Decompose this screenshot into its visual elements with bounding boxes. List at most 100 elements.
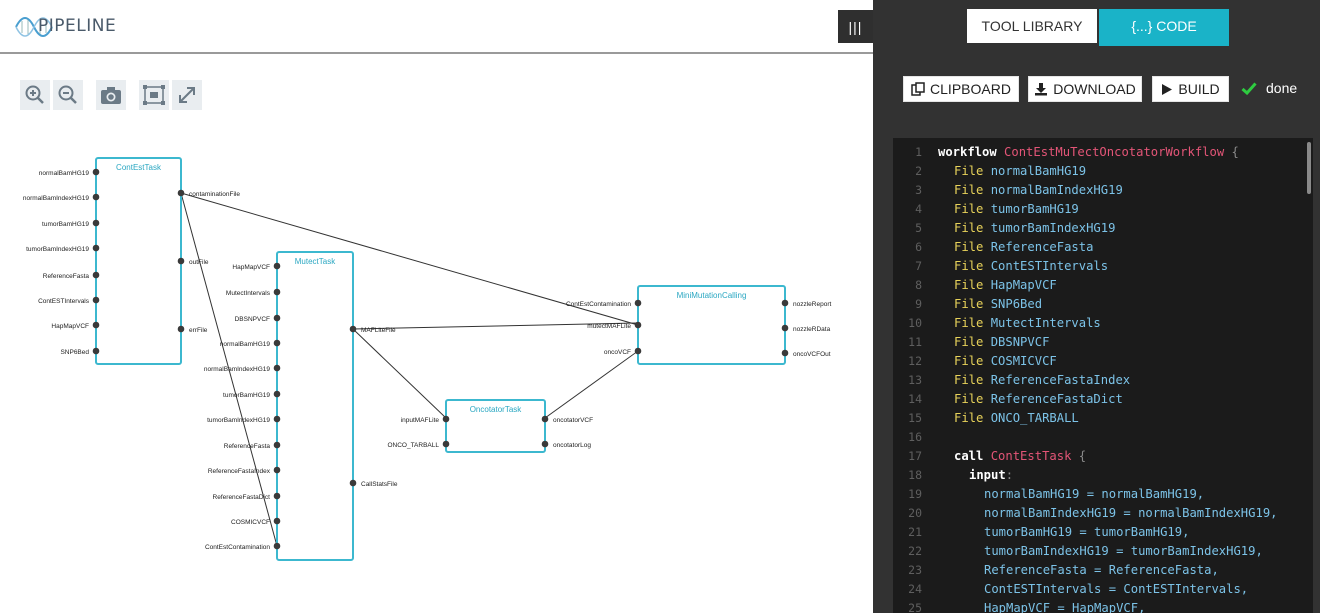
output-port[interactable]: [541, 440, 549, 448]
input-port[interactable]: [273, 339, 281, 347]
input-port[interactable]: [92, 296, 100, 304]
line-number: 9: [915, 297, 922, 311]
input-port[interactable]: [634, 321, 642, 329]
panel-splitter-handle[interactable]: |||: [838, 10, 873, 43]
input-port[interactable]: [92, 168, 100, 176]
line-number: 24: [908, 582, 922, 596]
workflow-name: ContEstMuTectOncotatorWorkflow: [1004, 145, 1225, 159]
input-port[interactable]: [92, 271, 100, 279]
output-port[interactable]: [781, 349, 789, 357]
node-conttask[interactable]: ContEstTask normalBamHG19 normalBamIndexHG…: [23, 157, 240, 365]
input-port-label: ContEstContamination: [205, 544, 270, 551]
declaration-name: SNP6Bed: [990, 297, 1043, 311]
tab-active-indicator: [1099, 43, 1229, 46]
code-line: 9 File SNP6Bed: [893, 295, 1313, 314]
line-number: 1: [915, 145, 922, 159]
input-port[interactable]: [92, 347, 100, 355]
zoom-out-button[interactable]: [53, 80, 83, 110]
declaration-name: normalBamHG19: [990, 164, 1087, 178]
line-number: 12: [908, 354, 922, 368]
tab-tool-library[interactable]: TOOL LIBRARY: [967, 9, 1097, 43]
output-port[interactable]: [349, 325, 357, 333]
line-number: 16: [908, 430, 922, 444]
keyword: workflow: [938, 145, 997, 159]
clipboard-icon: [911, 82, 925, 96]
code-text: File tumorBamIndexHG19: [954, 219, 1115, 238]
input-port[interactable]: [634, 347, 642, 355]
code-line: 23 ReferenceFasta = ReferenceFasta,: [893, 561, 1313, 580]
output-port[interactable]: [781, 324, 789, 332]
input-port[interactable]: [273, 542, 281, 550]
input-port[interactable]: [273, 314, 281, 322]
build-button[interactable]: BUILD: [1152, 76, 1229, 102]
input-port[interactable]: [92, 219, 100, 227]
line-number: 21: [908, 525, 922, 539]
output-port-label: oncotatorVCF: [553, 417, 593, 424]
node-onco[interactable]: OncotatorTask inputMAFLite ONCO_TARBALL onc…: [387, 399, 593, 453]
code-text: File normalBamIndexHG19: [954, 181, 1123, 200]
input-port[interactable]: [273, 390, 281, 398]
input-assignment: normalBamHG19 = normalBamHG19,: [984, 487, 1205, 501]
node-mutect[interactable]: MutectTask HapMapVCF MutectIntervals DBSNPV…: [204, 251, 398, 561]
input-port[interactable]: [92, 244, 100, 252]
input-port[interactable]: [92, 321, 100, 329]
code-line: 7 File ContESTIntervals: [893, 257, 1313, 276]
type-keyword: File: [954, 164, 984, 178]
declaration-name: COSMICVCF: [990, 354, 1057, 368]
zoom-in-button[interactable]: [20, 80, 50, 110]
line-number: 19: [908, 487, 922, 501]
type-keyword: File: [954, 297, 984, 311]
line-number: 4: [915, 202, 922, 216]
line-number: 5: [915, 221, 922, 235]
code-text: File ReferenceFastaIndex: [954, 371, 1130, 390]
output-port[interactable]: [177, 325, 185, 333]
input-port[interactable]: [92, 193, 100, 201]
input-port[interactable]: [273, 288, 281, 296]
input-port[interactable]: [273, 466, 281, 474]
output-port[interactable]: [177, 257, 185, 265]
brace: {: [1231, 145, 1239, 159]
type-keyword: File: [954, 316, 984, 330]
input-port[interactable]: [273, 517, 281, 525]
node-mini[interactable]: MiniMutationCalling ContEstContamination m…: [566, 285, 832, 365]
keyword: input: [969, 468, 1006, 482]
input-port[interactable]: [273, 492, 281, 500]
clipboard-button[interactable]: CLIPBOARD: [903, 76, 1019, 102]
code-text: File normalBamHG19: [954, 162, 1086, 181]
output-port-label: outFile: [189, 259, 209, 266]
output-port[interactable]: [781, 299, 789, 307]
download-button[interactable]: DOWNLOAD: [1028, 76, 1142, 102]
code-text: File tumorBamHG19: [954, 200, 1079, 219]
screenshot-button[interactable]: [96, 80, 126, 110]
fit-to-screen-button[interactable]: [139, 80, 169, 110]
workflow-graph[interactable]: ContEstTask normalBamHG19 normalBamIndexHG…: [0, 130, 873, 613]
input-assignment: ReferenceFasta = ReferenceFasta,: [984, 563, 1219, 577]
keyword: call: [954, 449, 984, 463]
output-port[interactable]: [541, 415, 549, 423]
node-box[interactable]: [95, 157, 182, 365]
input-port[interactable]: [442, 440, 450, 448]
input-port-label: ReferenceFastaDict: [213, 494, 271, 501]
input-port[interactable]: [273, 262, 281, 270]
output-port[interactable]: [177, 189, 185, 197]
type-keyword: File: [954, 259, 984, 273]
input-port[interactable]: [442, 415, 450, 423]
node-box[interactable]: [276, 251, 354, 561]
declaration-name: ReferenceFasta: [990, 240, 1094, 254]
line-number: 11: [908, 335, 922, 349]
code-line: 14 File ReferenceFastaDict: [893, 390, 1313, 409]
clipboard-label: CLIPBOARD: [930, 81, 1011, 97]
input-port[interactable]: [273, 364, 281, 372]
input-port[interactable]: [273, 441, 281, 449]
call-name: ContEstTask: [990, 449, 1072, 463]
output-port[interactable]: [349, 479, 357, 487]
expand-button[interactable]: [172, 80, 202, 110]
tab-code[interactable]: {...} CODE: [1099, 9, 1229, 43]
code-line: 21 tumorBamHG19 = tumorBamHG19,: [893, 523, 1313, 542]
input-port[interactable]: [273, 415, 281, 423]
input-port[interactable]: [634, 299, 642, 307]
code-editor[interactable]: 1 workflow ContEstMuTectOncotatorWorkflow…: [893, 138, 1313, 613]
output-port-label: contaminationFile: [189, 191, 240, 198]
code-line: 4 File tumorBamHG19: [893, 200, 1313, 219]
type-keyword: File: [954, 335, 984, 349]
